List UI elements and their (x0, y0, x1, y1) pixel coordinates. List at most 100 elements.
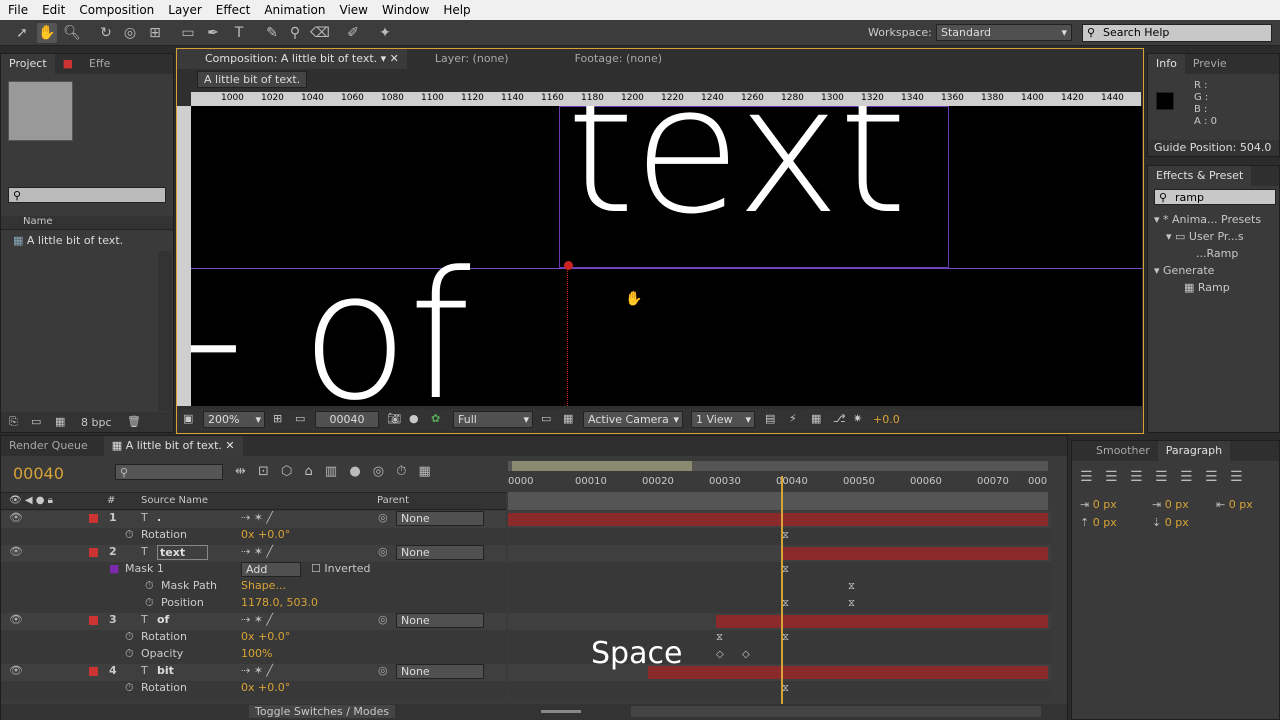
new-composition-icon[interactable]: ▦ (55, 415, 65, 428)
project-item-comp[interactable]: ▦ A little bit of text. (13, 234, 163, 250)
hand-tool-icon[interactable]: ✋ (37, 23, 57, 43)
new-folder-icon[interactable]: ▭ (31, 415, 41, 428)
type-tool-icon[interactable]: T (229, 23, 249, 43)
property-row[interactable]: ⏱ Opacity 100% (1, 647, 506, 664)
property-row[interactable]: ⏱ Rotation 0x +0.0° (1, 630, 506, 647)
tab-effects-presets[interactable]: Effects & Preset (1148, 166, 1252, 186)
mask-visibility-icon[interactable]: ▭ (295, 412, 305, 425)
parent-select[interactable]: None (396, 545, 484, 560)
resolution-select[interactable]: Full ▾ (453, 411, 533, 428)
tab-preview[interactable]: Previe (1185, 54, 1235, 74)
space-before-value[interactable]: 0 px (1093, 516, 1117, 529)
toggle-pixel-aspect-icon[interactable]: ▤ (765, 412, 775, 425)
grid-icon[interactable]: ⊞ (273, 412, 282, 425)
tab-composition[interactable]: Composition: A little bit of text. ▾ ✕ (177, 49, 407, 69)
timeline-switch-icons[interactable]: ⇹ ⊡ ⬡ ⌂ ▥ ● ◎ ⏱ ▦ (235, 464, 495, 482)
timeline-hscrollbar[interactable] (631, 706, 1041, 717)
pickwhip-icon[interactable]: ◎ (378, 613, 388, 626)
anchor-point-icon[interactable] (564, 261, 573, 270)
eye-icon[interactable]: 👁︎ (9, 664, 23, 677)
column-parent[interactable]: Parent (377, 493, 409, 509)
layer-duration-bar[interactable] (782, 547, 1048, 560)
tree-item-ramp-preset[interactable]: ...Ramp (1154, 245, 1261, 262)
timeline-track[interactable] (508, 528, 1051, 545)
mask-mode-select[interactable]: Add (241, 562, 301, 577)
work-area-range[interactable] (512, 461, 692, 471)
comp-viewer-canvas[interactable]: text of - ✋ (191, 106, 1142, 406)
property-row[interactable]: ⏱ Mask Path Shape... (1, 579, 506, 596)
fast-preview-icon[interactable]: ⚡ (789, 412, 797, 425)
layer-switches-icon[interactable]: ⇢ ✶ ╱ (241, 613, 273, 626)
property-row[interactable]: ⏱ Rotation 0x +0.0° (1, 681, 506, 698)
layer-row[interactable]: 👁︎ 1 T. ⇢ ✶ ╱ None ◎ (1, 511, 506, 528)
stopwatch-icon[interactable]: ⏱ (125, 630, 134, 644)
property-value[interactable]: Shape... (241, 579, 286, 592)
pickwhip-icon[interactable]: ◎ (378, 664, 388, 677)
indent-first-value[interactable]: 0 px (1165, 498, 1189, 511)
keyframe-icon[interactable]: ⧖ (782, 530, 789, 541)
snapshot-icon[interactable]: 📷︎ (387, 412, 401, 425)
stopwatch-icon[interactable]: ⏱ (125, 647, 134, 661)
pickwhip-icon[interactable]: ◎ (378, 511, 388, 524)
column-name-header[interactable]: Name (1, 216, 173, 230)
channel-icon[interactable]: ✿ (431, 412, 440, 425)
eye-icon[interactable]: 👁︎ (9, 511, 23, 524)
menu-help[interactable]: Help (435, 3, 476, 17)
tab-render-queue[interactable]: Render Queue (1, 436, 96, 456)
bpc-label[interactable]: 8 bpc (81, 416, 112, 429)
property-value[interactable]: 1178.0, 503.0 (241, 596, 318, 609)
stopwatch-icon[interactable]: ⏱ (145, 579, 154, 593)
layer-duration-bar[interactable] (508, 513, 1048, 526)
pen-tool-icon[interactable]: ✒ (203, 23, 223, 43)
magnification-select[interactable]: 200% ▾ (203, 411, 265, 428)
search-help-input[interactable]: ⚲ Search Help (1082, 24, 1272, 42)
indent-left[interactable]: ⇥ 0 px (1080, 498, 1117, 511)
brush-tool-icon[interactable]: ✎ (262, 23, 282, 43)
timeline-track[interactable] (508, 630, 1051, 647)
tab-info[interactable]: Info (1148, 54, 1185, 74)
tab-paragraph[interactable]: Paragraph (1157, 441, 1231, 461)
layer-name[interactable]: of (157, 613, 169, 626)
eye-icon[interactable]: 👁︎ (9, 613, 23, 626)
breadcrumb[interactable]: A little bit of text. (197, 71, 308, 88)
region-of-interest-icon[interactable]: ▭ (541, 412, 551, 425)
tree-item-ramp[interactable]: ▦ Ramp (1154, 279, 1261, 296)
menu-edit[interactable]: Edit (34, 3, 71, 17)
camera-tool-icon[interactable]: ◎ (120, 23, 140, 43)
layer-row[interactable]: 👁︎ 3 Tof ⇢ ✶ ╱ None ◎ (1, 613, 506, 630)
layer-name[interactable]: bit (157, 664, 174, 677)
keyframe-icon[interactable]: ◇ (742, 649, 750, 660)
current-time-display[interactable]: 00040 (315, 411, 379, 428)
property-row[interactable]: ⏱ Position 1178.0, 503.0 (1, 596, 506, 613)
keyframe-icon[interactable]: ◇ (716, 649, 724, 660)
tab-timeline-comp[interactable]: ▦ A little bit of text. ✕ (103, 436, 243, 456)
timeline-track[interactable] (508, 596, 1051, 613)
property-value[interactable]: 0x +0.0° (241, 630, 290, 643)
keyframe-icon[interactable]: ⧖ (716, 632, 723, 643)
eye-icon[interactable]: 👁︎ (9, 545, 23, 558)
parent-select[interactable]: None (396, 664, 484, 679)
menu-view[interactable]: View (332, 3, 374, 17)
layer-duration-bar[interactable] (716, 615, 1048, 628)
tab-project[interactable]: Project (1, 54, 55, 74)
show-snapshot-icon[interactable]: ● (409, 412, 419, 425)
workspace-select[interactable]: Standard ▾ (936, 24, 1072, 41)
pan-behind-tool-icon[interactable]: ⊞ (145, 23, 165, 43)
layer-row[interactable]: 👁︎ 2 Ttext ⇢ ✶ ╱ None ◎ (1, 545, 506, 562)
layer-duration-bar[interactable] (648, 666, 1048, 679)
keyframe-icon[interactable]: ⧖ (782, 683, 789, 694)
indent-right-value[interactable]: 0 px (1229, 498, 1253, 511)
property-row[interactable]: ⏱ Rotation 0x +0.0° (1, 528, 506, 545)
puppet-tool-icon[interactable]: ✦ (375, 23, 395, 43)
timeline-icon[interactable]: ▦ (811, 412, 821, 425)
keyframe-icon[interactable]: ⧖ (848, 581, 855, 592)
tree-item-user-presets[interactable]: ▾ ▭ User Pr...s (1154, 228, 1261, 245)
menu-window[interactable]: Window (374, 3, 435, 17)
menu-layer[interactable]: Layer (160, 3, 207, 17)
transparency-grid-icon[interactable]: ▦ (563, 412, 573, 425)
menu-animation[interactable]: Animation (256, 3, 331, 17)
layer-name[interactable]: . (157, 511, 161, 524)
alignment-buttons[interactable]: ☰ ☰ ☰ ☰ ☰ ☰ ☰ (1080, 469, 1243, 485)
always-preview-icon[interactable]: ▣ (183, 412, 193, 425)
layer-switches-icon[interactable]: ⇢ ✶ ╱ (241, 545, 273, 558)
